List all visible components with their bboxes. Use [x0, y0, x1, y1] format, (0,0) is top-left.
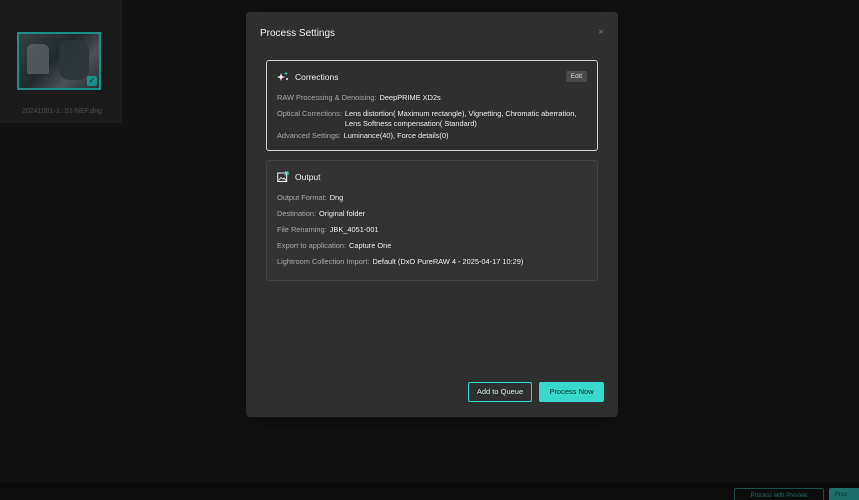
setting-row: File Renaming: JBK_4051-001	[277, 225, 587, 235]
corrections-title: Corrections	[295, 72, 339, 82]
corrections-header: Corrections	[277, 71, 338, 83]
corrections-card: Corrections Edit RAW Processing & Denois…	[266, 60, 598, 151]
setting-row: Advanced Settings: Luminance(40), Force …	[277, 131, 587, 141]
setting-value: DeepPRIME XD2s	[379, 93, 441, 102]
process-button-partial[interactable]: Proc	[829, 488, 859, 500]
process-with-preview-button[interactable]: Process with Preview	[734, 488, 824, 500]
setting-label: File Renaming:	[277, 225, 327, 234]
process-now-button[interactable]: Process Now	[539, 382, 604, 402]
thumbnail-panel: ✓ 20241001-J...51-NEF.dng	[0, 0, 122, 123]
edit-button[interactable]: Edit	[565, 71, 587, 82]
dialog-title: Process Settings	[260, 28, 336, 39]
thumbnail-figure	[59, 40, 89, 80]
setting-row: Optical Corrections: Lens distortion( Ma…	[277, 109, 587, 129]
output-card: Output Output Format: Dng Destination: O…	[266, 160, 598, 281]
setting-value: Capture One	[349, 241, 392, 250]
setting-row: Export to application: Capture One	[277, 241, 587, 251]
setting-label: Output Format:	[277, 193, 327, 202]
bottom-bar	[0, 482, 859, 500]
setting-value: Luminance(40), Force details(0)	[343, 131, 449, 140]
setting-value: Original folder	[319, 209, 366, 218]
thumbnail-filename: 20241001-J...51-NEF.dng	[22, 108, 102, 115]
setting-label: Destination:	[277, 209, 317, 218]
setting-row: RAW Processing & Denoising: DeepPRIME XD…	[277, 93, 587, 103]
output-header: Output	[277, 171, 321, 183]
setting-label: Advanced Settings:	[277, 131, 341, 140]
setting-value: Default (DxO PureRAW 4 - 2025-04-17 10:2…	[372, 257, 524, 266]
image-thumbnail[interactable]: ✓	[17, 32, 101, 90]
setting-value: Lens distortion( Maximum rectangle), Vig…	[344, 109, 577, 128]
setting-row: Destination: Original folder	[277, 209, 587, 219]
image-export-icon	[277, 171, 289, 183]
close-icon[interactable]: ×	[598, 27, 604, 38]
output-title: Output	[295, 172, 321, 182]
thumbnail-figure	[27, 44, 49, 74]
setting-row: Output Format: Dng	[277, 193, 587, 203]
setting-value: JBK_4051-001	[329, 225, 379, 234]
add-to-queue-button[interactable]: Add to Queue	[468, 382, 532, 402]
checkmark-icon: ✓	[87, 76, 97, 86]
setting-label: Optical Corrections:	[277, 109, 342, 118]
process-settings-dialog: Process Settings × Corrections Edit RAW …	[246, 12, 618, 417]
setting-row: Lightroom Collection Import: Default (Dx…	[277, 257, 587, 267]
setting-label: RAW Processing & Denoising:	[277, 93, 377, 102]
setting-value: Dng	[329, 193, 344, 202]
setting-label: Lightroom Collection Import:	[277, 257, 370, 266]
setting-label: Export to application:	[277, 241, 347, 250]
sparkle-icon	[277, 71, 289, 83]
